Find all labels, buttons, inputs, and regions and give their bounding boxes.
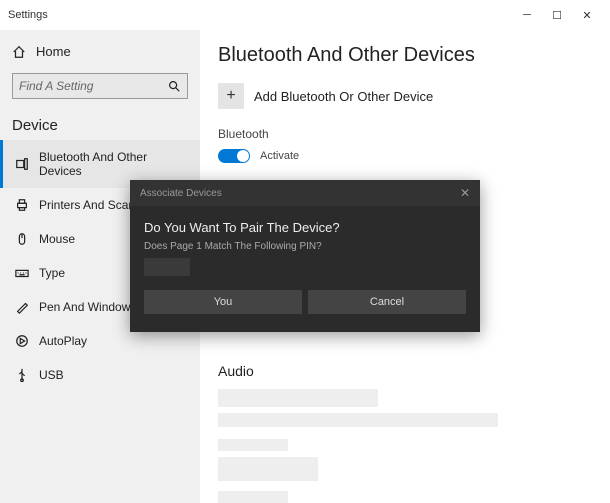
dialog-question: Do You Want To Pair The Device? <box>144 220 466 235</box>
add-device-row[interactable]: + Add Bluetooth Or Other Device <box>218 83 592 109</box>
pen-icon <box>15 300 29 314</box>
dialog-header: Associate Devices ✕ <box>130 180 480 206</box>
keyboard-icon <box>15 266 29 280</box>
search-input[interactable]: Find A Setting <box>12 73 188 99</box>
placeholder-block <box>218 389 378 407</box>
sidebar-item-usb[interactable]: USB <box>0 358 200 392</box>
home-icon <box>12 45 26 59</box>
placeholder-block <box>218 491 288 503</box>
maximize-button[interactable]: ☐ <box>542 1 572 29</box>
pair-dialog: Associate Devices ✕ Do You Want To Pair … <box>130 180 480 332</box>
home-label: Home <box>36 44 71 59</box>
dialog-title: Associate Devices <box>140 188 460 199</box>
close-button[interactable]: ✕ <box>572 1 602 29</box>
printer-icon <box>15 198 29 212</box>
pin-display <box>144 258 190 276</box>
window-controls: ─ ☐ ✕ <box>512 1 602 29</box>
minimize-button[interactable]: ─ <box>512 1 542 29</box>
sidebar-item-label: Bluetooth And Other Devices <box>39 150 188 178</box>
bluetooth-label: Bluetooth <box>218 127 592 141</box>
page-title: Bluetooth And Other Devices <box>218 44 592 67</box>
devices-icon <box>15 157 29 171</box>
dialog-close-button[interactable]: ✕ <box>460 186 470 200</box>
placeholder-block <box>218 413 498 427</box>
app-title: Settings <box>8 9 512 21</box>
audio-heading: Audio <box>218 363 592 379</box>
search-placeholder: Find A Setting <box>19 79 167 93</box>
add-button[interactable]: + <box>218 83 244 109</box>
dialog-yes-button[interactable]: You <box>144 290 302 314</box>
sidebar-item-label: Mouse <box>39 232 75 246</box>
section-heading: Device <box>0 107 200 140</box>
sidebar-item-label: USB <box>39 368 64 382</box>
placeholder-block <box>218 457 318 481</box>
add-device-label: Add Bluetooth Or Other Device <box>254 89 433 104</box>
mouse-icon <box>15 232 29 246</box>
plus-icon: + <box>226 87 235 105</box>
dialog-message: Does Page 1 Match The Following PIN? <box>144 241 466 252</box>
home-link[interactable]: Home <box>0 38 200 65</box>
placeholder-block <box>218 439 288 451</box>
toggle-state-label: Activate <box>260 150 299 162</box>
titlebar: Settings ─ ☐ ✕ <box>0 0 610 30</box>
usb-icon <box>15 368 29 382</box>
bluetooth-toggle[interactable] <box>218 149 250 163</box>
sidebar-item-label: Type <box>39 266 65 280</box>
dialog-cancel-button[interactable]: Cancel <box>308 290 466 314</box>
sidebar-item-label: AutoPlay <box>39 334 87 348</box>
autoplay-icon <box>15 334 29 348</box>
search-icon <box>167 79 181 93</box>
